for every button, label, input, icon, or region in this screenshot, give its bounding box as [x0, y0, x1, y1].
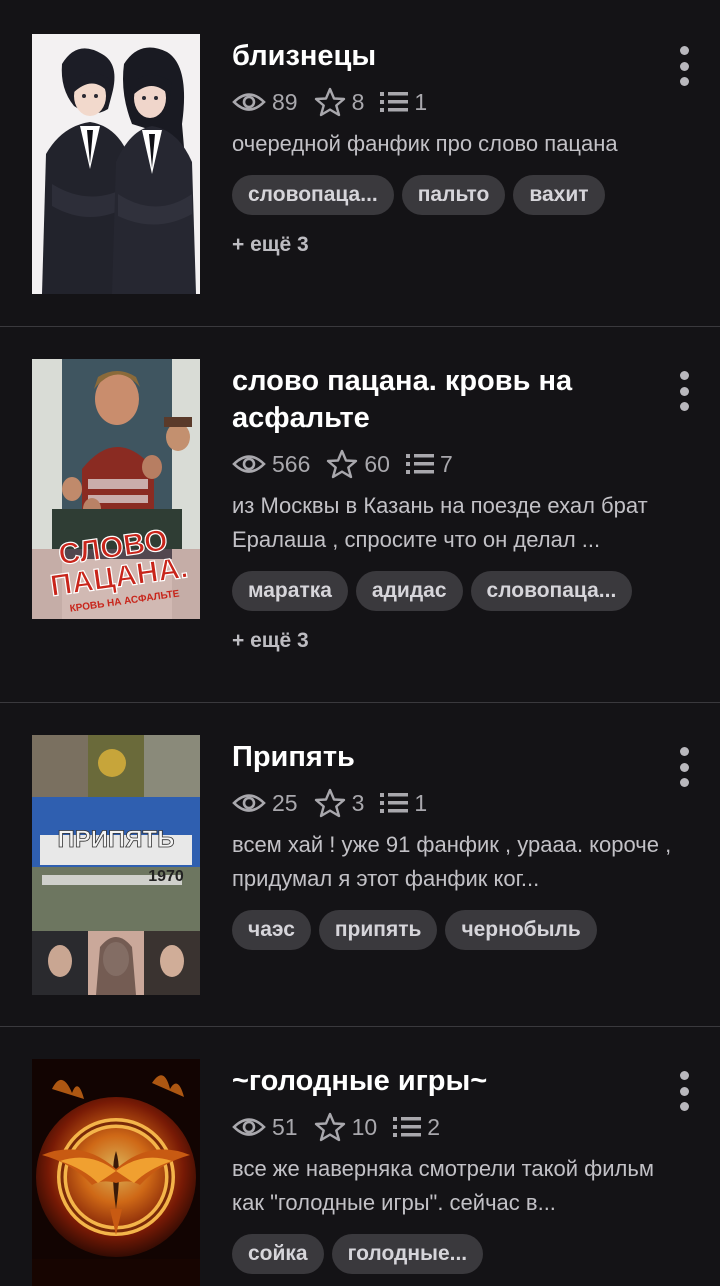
work-card[interactable]: ПРИПЯТЬ 1970 Припять 25 3 1 всем хай ! у…: [0, 703, 720, 1027]
tag-list: чаэс припять чернобыль: [232, 910, 672, 950]
list-icon: [380, 92, 409, 112]
views-stat: 25: [232, 790, 298, 817]
likes-count: 60: [364, 450, 390, 477]
views-count: 25: [272, 789, 298, 816]
work-card[interactable]: близнецы 89 8 1 очередной фанфик про сло…: [0, 0, 720, 327]
work-cover-image[interactable]: [32, 1059, 200, 1286]
parts-count: 1: [414, 789, 428, 816]
views-stat: 51: [232, 1114, 298, 1141]
parts-count: 7: [439, 450, 453, 477]
works-feed: близнецы 89 8 1 очередной фанфик про сло…: [0, 0, 720, 1286]
cover-slovo-pacana-poster: СЛОВО ПАЦАНА. КРОВЬ НА АСФАЛЬТЕ: [32, 359, 200, 619]
views-count: 566: [272, 450, 311, 477]
work-cover-image[interactable]: [32, 34, 200, 294]
eye-icon: [232, 794, 266, 812]
eye-icon: [232, 93, 266, 111]
tag-chip[interactable]: голодные...: [331, 1234, 484, 1274]
more-vertical-icon[interactable]: [674, 747, 694, 787]
list-icon: [405, 454, 434, 474]
views-count: 51: [272, 1113, 298, 1140]
list-icon: [393, 1117, 422, 1137]
star-icon: [314, 87, 345, 117]
likes-stat: 8: [314, 87, 365, 117]
work-title[interactable]: ~голодные игры~: [232, 1063, 652, 1100]
views-stat: 566: [232, 451, 310, 478]
likes-count: 8: [351, 88, 365, 115]
work-cover-image[interactable]: ПРИПЯТЬ 1970: [32, 735, 200, 995]
cover-twins-illustration: [32, 34, 200, 294]
likes-stat: 3: [314, 788, 365, 818]
tag-list: сойка голодные...: [232, 1234, 672, 1274]
work-card[interactable]: ~голодные игры~ 51 10 2 все же наверняка…: [0, 1027, 720, 1286]
work-stats: 89 8 1: [232, 87, 672, 117]
work-description: всем хай ! уже 91 фанфик , урааа. короче…: [232, 832, 672, 891]
tag-list: словопаца... пальто вахит: [232, 175, 672, 215]
likes-count: 3: [351, 789, 365, 816]
likes-count: 10: [351, 1113, 378, 1140]
parts-count: 1: [414, 88, 428, 115]
work-stats: 25 3 1: [232, 788, 672, 818]
work-description: все же наверняка смотрели такой фильм ка…: [232, 1156, 654, 1215]
work-stats: 51 10 2: [232, 1112, 672, 1142]
tag-list: маратка адидас словопаца...: [232, 571, 672, 611]
cover-pripyat-text: ПРИПЯТЬ: [58, 826, 175, 853]
work-stats: 566 60 7: [232, 449, 672, 479]
cover-pripyat-collage: ПРИПЯТЬ 1970: [32, 735, 200, 995]
work-title[interactable]: близнецы: [232, 38, 652, 75]
cover-year-text: 1970: [148, 868, 184, 885]
cover-mockingjay-fire: [32, 1059, 200, 1286]
work-title[interactable]: слово пацана. кровь на асфальте: [232, 363, 652, 437]
work-info: слово пацана. кровь на асфальте 566 60 7…: [232, 363, 672, 653]
more-vertical-icon[interactable]: [674, 46, 694, 86]
more-vertical-icon[interactable]: [674, 1071, 694, 1111]
tag-chip[interactable]: чернобыль: [445, 910, 597, 950]
work-title[interactable]: Припять: [232, 739, 652, 776]
tag-chip[interactable]: словопаца...: [470, 571, 633, 611]
work-info: ~голодные игры~ 51 10 2 все же наверняка…: [232, 1063, 672, 1274]
tag-chip[interactable]: сойка: [232, 1234, 324, 1274]
views-stat: 89: [232, 89, 298, 116]
likes-stat: 10: [314, 1112, 378, 1142]
more-tags-link[interactable]: + ещё 3: [232, 233, 672, 257]
tag-chip[interactable]: маратка: [232, 571, 348, 611]
work-description: очередной фанфик про слово пацана: [232, 131, 618, 156]
tag-chip[interactable]: вахит: [513, 175, 605, 215]
parts-count: 2: [427, 1113, 440, 1140]
star-icon: [314, 1112, 345, 1142]
work-info: Припять 25 3 1 всем хай ! уже 91 фанфик …: [232, 739, 672, 950]
more-vertical-icon[interactable]: [674, 371, 694, 411]
tag-chip[interactable]: адидас: [355, 571, 463, 611]
work-cover-image[interactable]: СЛОВО ПАЦАНА. КРОВЬ НА АСФАЛЬТЕ: [32, 359, 200, 619]
work-card[interactable]: СЛОВО ПАЦАНА. КРОВЬ НА АСФАЛЬТЕ слово па…: [0, 327, 720, 703]
eye-icon: [232, 455, 266, 473]
tag-chip[interactable]: словопаца...: [232, 175, 394, 215]
star-icon: [314, 788, 345, 818]
work-info: близнецы 89 8 1 очередной фанфик про сло…: [232, 38, 672, 257]
views-count: 89: [272, 88, 298, 115]
parts-stat: 7: [405, 450, 453, 478]
work-description: из Москвы в Казань на поезде ехал брат Е…: [232, 493, 648, 552]
parts-stat: 1: [380, 89, 427, 116]
likes-stat: 60: [326, 449, 390, 479]
eye-icon: [232, 1118, 266, 1136]
star-icon: [327, 449, 358, 479]
more-tags-link[interactable]: + ещё 3: [232, 629, 672, 653]
parts-stat: 2: [393, 1114, 440, 1141]
tag-chip[interactable]: припять: [318, 910, 438, 950]
tag-chip[interactable]: пальто: [401, 175, 506, 215]
list-icon: [380, 793, 409, 813]
parts-stat: 1: [380, 790, 427, 817]
tag-chip[interactable]: чаэс: [232, 910, 311, 950]
